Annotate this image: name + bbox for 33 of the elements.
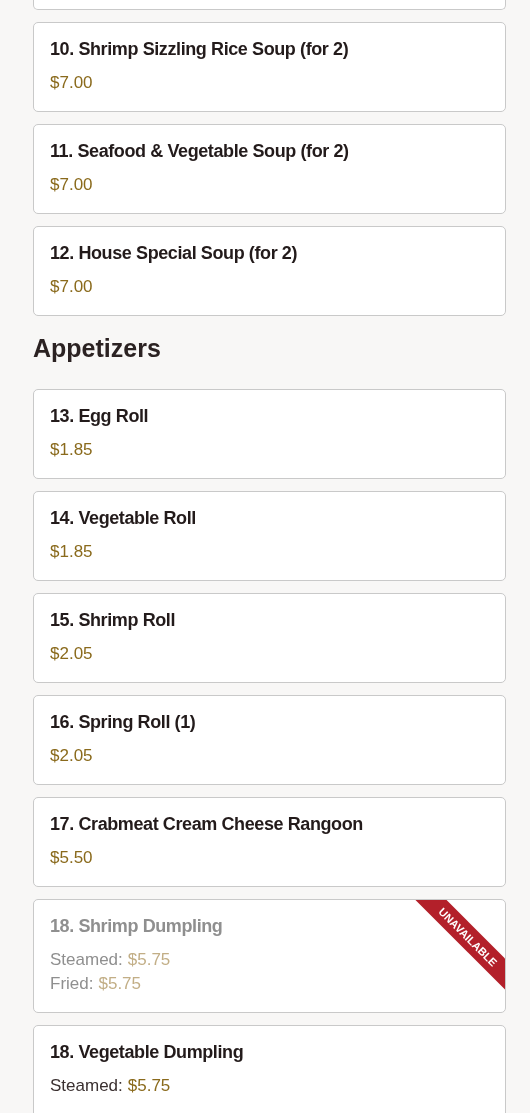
item-price: $5.50 bbox=[50, 847, 94, 869]
item-price: $2.05 bbox=[50, 745, 94, 767]
option-price: $5.75 bbox=[127, 1075, 171, 1097]
item-name: 16. Spring Roll (1) bbox=[50, 711, 197, 734]
option-label: Steamed: bbox=[50, 1075, 123, 1097]
menu-item-card[interactable]: 12. House Special Soup (for 2) $7.00 bbox=[33, 226, 506, 316]
menu-item-card[interactable]: 17. Crabmeat Cream Cheese Rangoon $5.50 bbox=[33, 797, 506, 887]
item-name: 14. Vegetable Roll bbox=[50, 507, 197, 530]
item-price: $2.05 bbox=[50, 643, 94, 665]
section-heading: Appetizers bbox=[33, 333, 162, 364]
menu-item-card[interactable]: 16. Spring Roll (1) $2.05 bbox=[33, 695, 506, 785]
item-price: $1.85 bbox=[50, 541, 94, 563]
menu-item-card[interactable]: 13. Egg Roll $1.85 bbox=[33, 389, 506, 479]
item-price: $7.00 bbox=[50, 174, 94, 196]
item-name: 17. Crabmeat Cream Cheese Rangoon bbox=[50, 813, 364, 836]
item-name: 12. House Special Soup (for 2) bbox=[50, 242, 299, 265]
menu-item-card[interactable]: 11. Seafood & Vegetable Soup (for 2) $7.00 bbox=[33, 124, 506, 214]
menu-item-card[interactable]: 10. Shrimp Sizzling Rice Soup (for 2) $7.00 bbox=[33, 22, 506, 112]
option-price: $5.75 bbox=[127, 949, 171, 971]
item-price: $7.00 bbox=[50, 72, 94, 94]
item-name: 11. Seafood & Vegetable Soup (for 2) bbox=[50, 140, 350, 163]
option-label: Steamed: bbox=[50, 949, 123, 971]
menu-item-card[interactable]: 18. Vegetable Dumpling Steamed: $5.75 bbox=[33, 1025, 506, 1113]
item-name: 13. Egg Roll bbox=[50, 405, 150, 428]
option-price: $5.75 bbox=[98, 973, 141, 995]
item-name: 18. Vegetable Dumpling bbox=[50, 1041, 245, 1064]
item-price: $7.00 bbox=[50, 276, 94, 298]
item-name: 10. Shrimp Sizzling Rice Soup (for 2) bbox=[50, 38, 350, 61]
item-price: $1.85 bbox=[50, 439, 94, 461]
menu-item-card[interactable]: 15. Shrimp Roll $2.05 bbox=[33, 593, 506, 683]
item-name: 15. Shrimp Roll bbox=[50, 609, 177, 632]
menu-item-card[interactable]: 14. Vegetable Roll $1.85 bbox=[33, 491, 506, 581]
option-label: Fried: bbox=[50, 973, 94, 995]
